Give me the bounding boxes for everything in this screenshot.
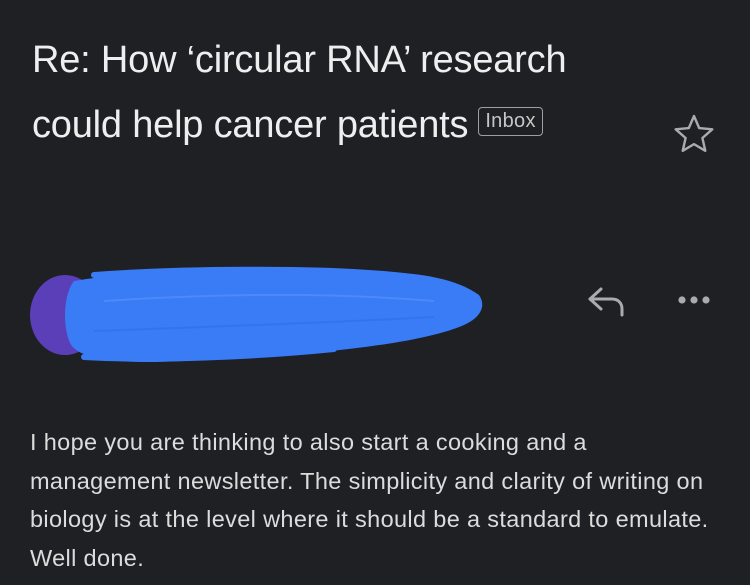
- inbox-label-badge[interactable]: Inbox: [478, 107, 543, 137]
- email-body: I hope you are thinking to also start a …: [30, 429, 709, 571]
- email-subject: Re: How ‘circular RNA’ research could he…: [32, 28, 632, 158]
- more-icon[interactable]: [674, 290, 714, 310]
- redaction-scribble: [65, 266, 483, 363]
- reply-icon[interactable]: [584, 284, 628, 318]
- sender-row: [0, 255, 750, 375]
- star-icon[interactable]: [674, 114, 714, 152]
